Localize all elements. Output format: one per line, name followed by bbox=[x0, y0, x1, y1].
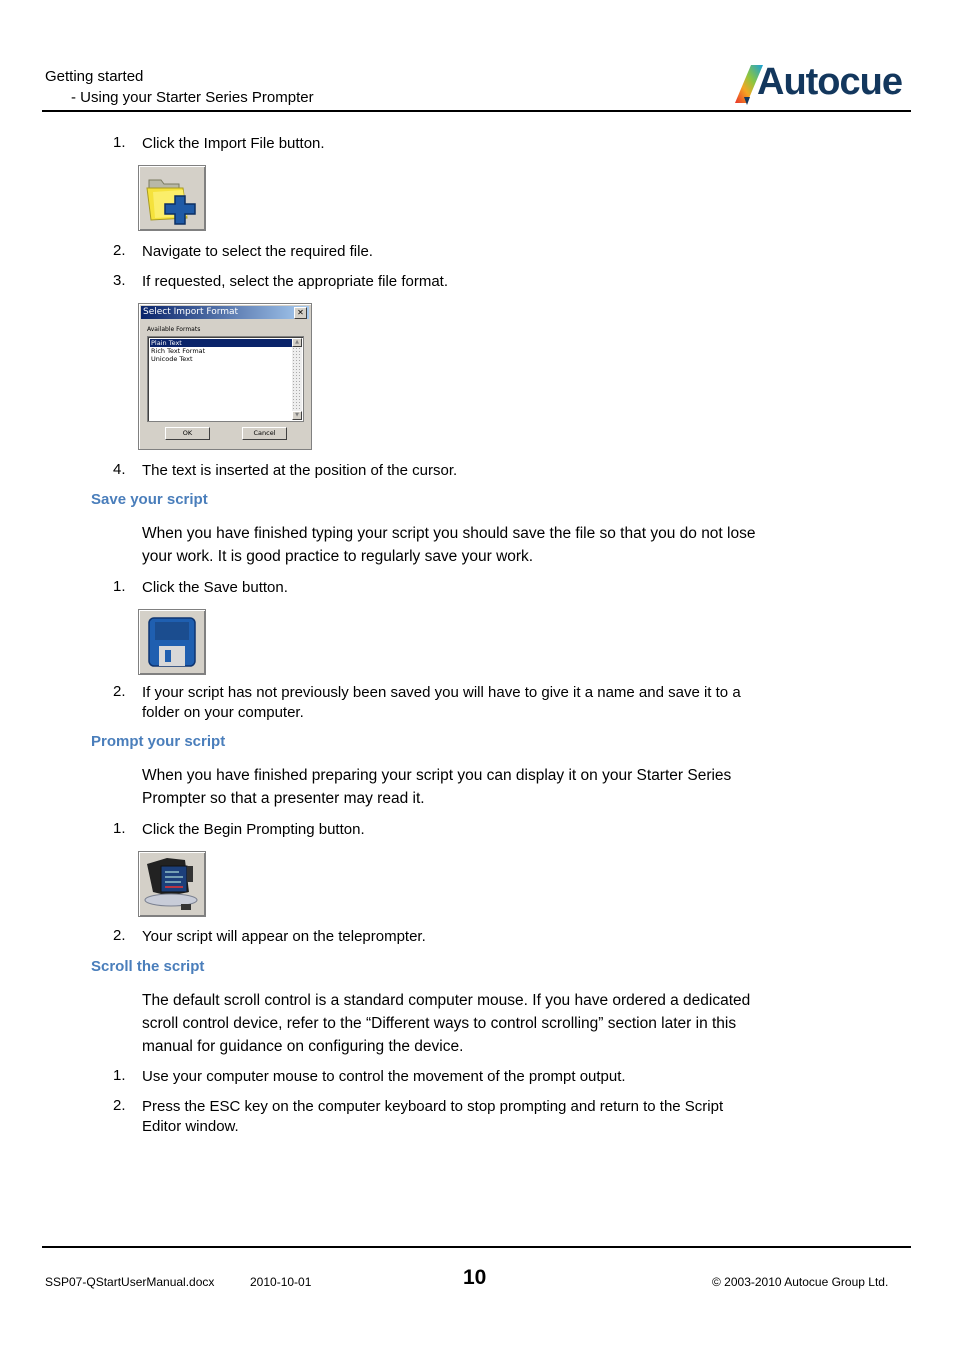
footer-date: 2010-10-01 bbox=[250, 1275, 312, 1289]
format-option-rich-text[interactable]: Rich Text Format bbox=[150, 347, 292, 355]
step-text: Press the ESC key on the computer keyboa… bbox=[142, 1098, 724, 1135]
header-divider bbox=[42, 110, 911, 112]
step-number: 1. bbox=[113, 820, 126, 837]
save-section-intro: When you have finished typing your scrip… bbox=[142, 525, 756, 565]
header-subsection: - Using your Starter Series Prompter bbox=[71, 89, 314, 106]
save-icon bbox=[148, 617, 196, 667]
step-text: Click the Save button. bbox=[142, 579, 288, 596]
scroll-section-heading: Scroll the script bbox=[91, 958, 205, 975]
footer-document-name: SSP07-QStartUserManual.docx bbox=[45, 1275, 215, 1289]
format-option-plain-text[interactable]: Plain Text bbox=[150, 339, 292, 347]
save-button[interactable] bbox=[138, 609, 206, 675]
dialog-title-bar: Select Import Format ✕ bbox=[141, 306, 309, 319]
step-text: If requested, select the appropriate fil… bbox=[142, 273, 448, 290]
header-section: Getting started bbox=[45, 68, 144, 85]
step-number: 2. bbox=[113, 1097, 126, 1114]
cancel-button[interactable]: Cancel bbox=[242, 427, 287, 440]
select-import-format-dialog: Select Import Format ✕ Available Formats… bbox=[138, 303, 312, 450]
begin-prompting-button[interactable] bbox=[138, 851, 206, 917]
step-text: Navigate to select the required file. bbox=[142, 243, 373, 260]
step-number: 4. bbox=[113, 461, 126, 478]
step-number: 1. bbox=[113, 134, 126, 151]
listbox-scrollbar[interactable]: ▲ ▼ bbox=[292, 338, 302, 420]
autocue-logo: Autocue bbox=[735, 61, 910, 107]
scroll-down-icon[interactable]: ▼ bbox=[292, 411, 302, 420]
ok-button[interactable]: OK bbox=[165, 427, 210, 440]
step-text: Click the Import File button. bbox=[142, 135, 325, 152]
step-text: The text is inserted at the position of … bbox=[142, 462, 458, 479]
prompt-section-intro: When you have finished preparing your sc… bbox=[142, 767, 732, 807]
step-text: Click the Begin Prompting button. bbox=[142, 821, 365, 838]
dialog-title: Select Import Format bbox=[143, 307, 239, 317]
step-text: Use your computer mouse to control the m… bbox=[142, 1068, 626, 1085]
step-text: If your script has not previously been s… bbox=[142, 684, 741, 721]
step-number: 1. bbox=[113, 1067, 126, 1084]
step-number: 2. bbox=[113, 683, 126, 700]
footer-copyright: © 2003-2010 Autocue Group Ltd. bbox=[712, 1275, 889, 1289]
step-number: 1. bbox=[113, 578, 126, 595]
begin-prompting-icon bbox=[144, 858, 198, 910]
close-icon[interactable]: ✕ bbox=[294, 307, 307, 319]
step-number: 2. bbox=[113, 927, 126, 944]
save-section-heading: Save your script bbox=[91, 491, 208, 508]
available-formats-label: Available Formats bbox=[147, 326, 201, 333]
scroll-up-icon[interactable]: ▲ bbox=[292, 338, 302, 347]
footer-divider bbox=[42, 1246, 911, 1248]
formats-listbox[interactable]: Plain Text Rich Text Format Unicode Text… bbox=[147, 336, 304, 422]
import-file-button[interactable] bbox=[138, 165, 206, 231]
page-number: 10 bbox=[463, 1266, 487, 1289]
prompt-section-heading: Prompt your script bbox=[91, 733, 226, 750]
step-number: 2. bbox=[113, 242, 126, 259]
step-text: Your script will appear on the telepromp… bbox=[142, 928, 426, 945]
step-number: 3. bbox=[113, 272, 126, 289]
import-file-icon bbox=[146, 179, 196, 225]
format-option-unicode-text[interactable]: Unicode Text bbox=[150, 355, 292, 363]
scroll-section-intro: The default scroll control is a standard… bbox=[142, 992, 751, 1055]
logo-text: Autocue bbox=[757, 61, 903, 103]
